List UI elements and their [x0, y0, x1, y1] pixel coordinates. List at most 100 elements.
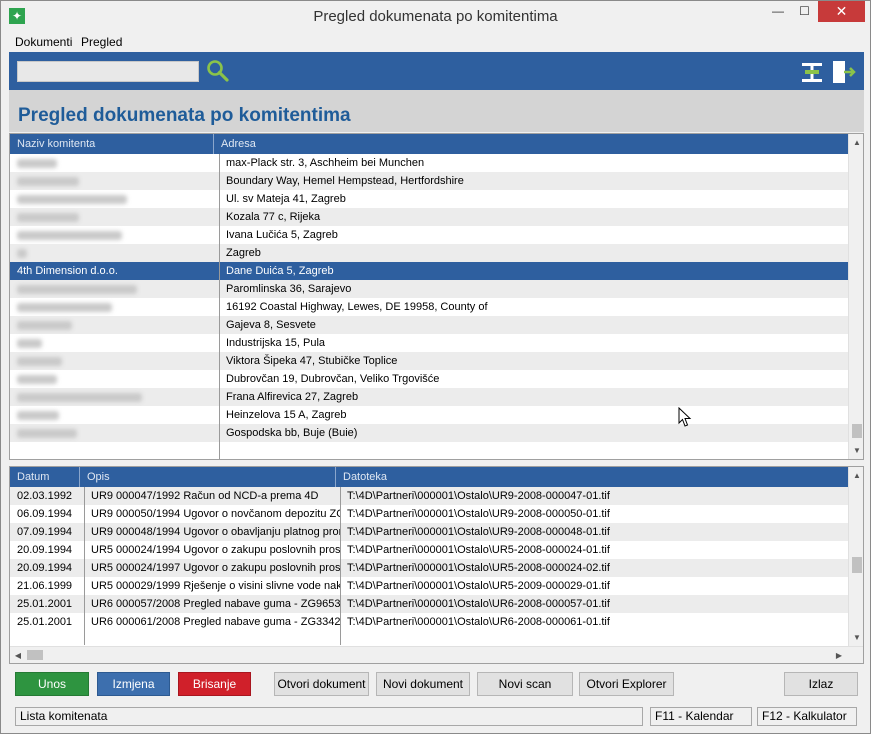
redacted-name: [17, 159, 57, 168]
table-row[interactable]: Frana Alfirevica 27, Zagreb: [10, 388, 848, 406]
documents-vertical-scrollbar[interactable]: ▲ ▼: [848, 467, 863, 646]
table-row[interactable]: Paromlinska 36, Sarajevo: [10, 280, 848, 298]
column-header-datoteka[interactable]: Datoteka: [336, 467, 848, 487]
table-row[interactable]: 02.03.1992 UR9 000047/1992 Račun od NCD-a…: [10, 487, 848, 505]
doc-desc-cell: UR9 000047/1992 Račun od NCD-a prema 4D: [91, 490, 319, 502]
novi-scan-button[interactable]: Novi scan: [477, 672, 573, 696]
table-row[interactable]: 16192 Coastal Highway, Lewes, DE 19958, …: [10, 298, 848, 316]
table-row[interactable]: 4th Dimension d.o.o. Dane Duića 5, Zagreb: [10, 262, 848, 280]
scroll-left-arrow-icon[interactable]: ◀: [10, 647, 26, 663]
page-title: Pregled dokumenata po komitentima: [18, 105, 351, 126]
exit-icon[interactable]: [831, 59, 857, 85]
status-f11-kalendar[interactable]: F11 - Kalendar: [650, 707, 752, 726]
menu-pregled[interactable]: Pregled: [81, 35, 122, 49]
documents-horizontal-scrollbar[interactable]: ◀ ▶: [10, 646, 863, 663]
doc-file-cell: T:\4D\Partneri\000001\Ostalo\UR9-2008-00…: [347, 490, 610, 502]
client-name-cell: [10, 280, 219, 298]
redacted-name: [17, 411, 59, 420]
novi-dokument-button[interactable]: Novi dokument: [376, 672, 470, 696]
table-row[interactable]: 21.06.1999 UR5 000029/1999 Rješenje o vis…: [10, 577, 848, 595]
unos-button[interactable]: Unos: [15, 672, 89, 696]
toolbar: [9, 52, 864, 90]
page-header: Pregled dokumenata po komitentima: [9, 90, 864, 132]
clients-grid[interactable]: Naziv komitenta Adresa max-Plack str. 3,…: [9, 133, 864, 460]
table-row[interactable]: 25.01.2001 UR6 000057/2008 Pregled nabave…: [10, 595, 848, 613]
izmjena-button[interactable]: Izmjena: [97, 672, 170, 696]
table-row[interactable]: Gajeva 8, Sesvete: [10, 316, 848, 334]
table-row[interactable]: Zagreb: [10, 244, 848, 262]
doc-desc-cell: UR9 000048/1994 Ugovor o obavljanju plat…: [91, 526, 340, 538]
filter-icon[interactable]: [799, 59, 825, 85]
table-row[interactable]: Kozala 77 c, Rijeka: [10, 208, 848, 226]
menu-dokumenti[interactable]: Dokumenti: [15, 35, 72, 49]
client-name-cell: [10, 334, 219, 352]
table-row[interactable]: max-Plack str. 3, Aschheim bei Munchen: [10, 154, 848, 172]
window-title: Pregled dokumenata po komitentima: [313, 8, 558, 25]
doc-date-cell: 02.03.1992: [17, 490, 73, 502]
izlaz-button[interactable]: Izlaz: [784, 672, 858, 696]
column-header-datum[interactable]: Datum: [10, 467, 80, 487]
table-row[interactable]: Ul. sv Mateja 41, Zagreb: [10, 190, 848, 208]
doc-desc-cell: UR5 000024/1997 Ugovor o zakupu poslovni…: [91, 562, 340, 574]
table-row[interactable]: Industrijska 15, Pula: [10, 334, 848, 352]
doc-date-cell: 20.09.1994: [17, 562, 73, 574]
client-address-cell: 16192 Coastal Highway, Lewes, DE 19958, …: [226, 301, 488, 313]
column-header-opis[interactable]: Opis: [80, 467, 336, 487]
table-row[interactable]: Ivana Lučića 5, Zagreb: [10, 226, 848, 244]
doc-date-cell: 25.01.2001: [17, 616, 73, 628]
client-name-cell: [10, 388, 219, 406]
doc-file-cell: T:\4D\Partneri\000001\Ostalo\UR9-2008-00…: [347, 508, 610, 520]
close-button[interactable]: ✕: [818, 1, 865, 22]
minimize-button[interactable]: —: [765, 1, 791, 22]
scroll-right-arrow-icon[interactable]: ▶: [831, 647, 847, 663]
clients-vertical-scrollbar[interactable]: ▲ ▼: [848, 134, 863, 459]
table-row[interactable]: 06.09.1994 UR9 000050/1994 Ugovor o novča…: [10, 505, 848, 523]
table-row[interactable]: Gospodska bb, Buje (Buie): [10, 424, 848, 442]
client-address-cell: Boundary Way, Hemel Hempstead, Hertfords…: [226, 175, 464, 187]
table-row[interactable]: Viktora Šipeka 47, Stubičke Toplice: [10, 352, 848, 370]
maximize-button[interactable]: ☐: [791, 1, 818, 22]
table-row[interactable]: Dubrovčan 19, Dubrovčan, Veliko Trgovišć…: [10, 370, 848, 388]
redacted-name: [17, 303, 112, 312]
scroll-thumb[interactable]: [852, 424, 862, 438]
scroll-down-arrow-icon[interactable]: ▼: [849, 629, 863, 646]
doc-date-cell: 21.06.1999: [17, 580, 73, 592]
column-divider: [219, 154, 220, 459]
doc-desc-cell: UR9 000050/1994 Ugovor o novčanom depozi…: [91, 508, 340, 520]
status-f12-kalkulator[interactable]: F12 - Kalkulator: [757, 707, 857, 726]
search-icon[interactable]: [206, 59, 230, 83]
table-row[interactable]: 20.09.1994 UR5 000024/1994 Ugovor o zakup…: [10, 541, 848, 559]
redacted-name: [17, 285, 137, 294]
doc-file-cell: T:\4D\Partneri\000001\Ostalo\UR9-2008-00…: [347, 526, 610, 538]
client-name: 4th Dimension d.o.o.: [17, 265, 118, 277]
app-window: ✦ Pregled dokumenata po komitentima — ☐ …: [0, 0, 871, 734]
table-row[interactable]: Boundary Way, Hemel Hempstead, Hertfords…: [10, 172, 848, 190]
client-name-cell: [10, 172, 219, 190]
table-row[interactable]: 20.09.1994 UR5 000024/1997 Ugovor o zakup…: [10, 559, 848, 577]
client-name-cell: [10, 190, 219, 208]
brisanje-button[interactable]: Brisanje: [178, 672, 251, 696]
client-address-cell: max-Plack str. 3, Aschheim bei Munchen: [226, 157, 425, 169]
table-row[interactable]: Heinzelova 15 A, Zagreb: [10, 406, 848, 424]
client-address-cell: Gospodska bb, Buje (Buie): [226, 427, 358, 439]
scroll-up-arrow-icon[interactable]: ▲: [849, 467, 863, 484]
client-name-cell: [10, 226, 219, 244]
documents-grid[interactable]: Datum Opis Datoteka 02.03.1992 UR9 000047…: [9, 466, 864, 664]
doc-desc-cell: UR6 000057/2008 Pregled nabave guma - ZG…: [91, 598, 340, 610]
column-header-adresa[interactable]: Adresa: [214, 134, 848, 154]
scroll-thumb[interactable]: [852, 557, 862, 573]
doc-file-cell: T:\4D\Partneri\000001\Ostalo\UR5-2008-00…: [347, 544, 610, 556]
column-header-naziv[interactable]: Naziv komitenta: [10, 134, 214, 154]
otvori-dokument-button[interactable]: Otvori dokument: [274, 672, 369, 696]
scroll-up-arrow-icon[interactable]: ▲: [849, 134, 863, 151]
client-address-cell: Dane Duića 5, Zagreb: [226, 265, 334, 277]
table-row[interactable]: 07.09.1994 UR9 000048/1994 Ugovor o obavl…: [10, 523, 848, 541]
table-row[interactable]: 25.01.2001 UR6 000061/2008 Pregled nabave…: [10, 613, 848, 631]
otvori-explorer-button[interactable]: Otvori Explorer: [579, 672, 674, 696]
scroll-down-arrow-icon[interactable]: ▼: [849, 442, 863, 459]
client-address-cell: Ul. sv Mateja 41, Zagreb: [226, 193, 346, 205]
client-address-cell: Industrijska 15, Pula: [226, 337, 326, 349]
redacted-name: [17, 375, 57, 384]
scroll-thumb[interactable]: [27, 650, 43, 660]
search-input[interactable]: [17, 61, 199, 82]
